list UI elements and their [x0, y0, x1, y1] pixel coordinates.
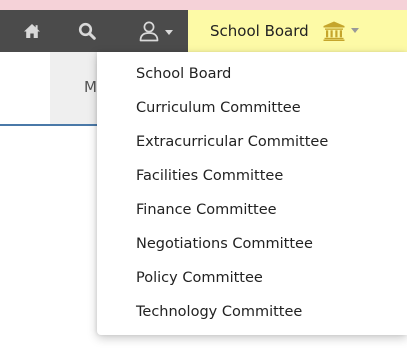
chevron-down-icon [350, 28, 359, 34]
menu-item-finance-committee[interactable]: Finance Committee [97, 198, 407, 232]
search-icon [78, 22, 96, 40]
user-menu-button[interactable] [133, 10, 177, 52]
menu-item-policy-committee[interactable]: Policy Committee [97, 266, 407, 300]
menu-item-facilities-committee[interactable]: Facilities Committee [97, 164, 407, 198]
menu-item-curriculum-committee[interactable]: Curriculum Committee [97, 96, 407, 130]
menu-item-school-board[interactable]: School Board [97, 62, 407, 96]
search-button[interactable] [75, 10, 99, 52]
tab-label: M [84, 78, 97, 96]
board-selector-label: School Board [210, 22, 309, 40]
home-icon [24, 24, 40, 38]
board-selector[interactable]: School Board [188, 10, 407, 52]
caret-down-icon [164, 30, 173, 35]
tab-underline [0, 124, 97, 126]
user-icon [139, 21, 158, 42]
home-button[interactable] [20, 10, 44, 52]
bank-icon [323, 21, 345, 41]
page: School Board M School Board Curriculum C… [0, 0, 407, 358]
menu-item-negotiations-committee[interactable]: Negotiations Committee [97, 232, 407, 266]
board-dropdown-menu: School Board Curriculum Committee Extrac… [97, 52, 407, 335]
top-strip [0, 0, 407, 10]
menu-item-technology-committee[interactable]: Technology Committee [97, 300, 407, 334]
menu-item-extracurricular-committee[interactable]: Extracurricular Committee [97, 130, 407, 164]
